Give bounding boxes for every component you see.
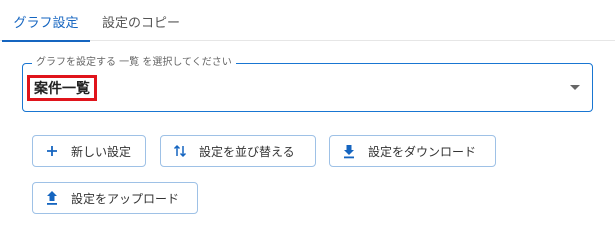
swap-vertical-icon xyxy=(171,142,189,160)
tab-copy-settings-label: 設定のコピー xyxy=(101,15,180,31)
tab-graph-settings[interactable]: グラフ設定 xyxy=(0,2,92,42)
upload-settings-button[interactable]: 設定をアップロード xyxy=(32,182,198,214)
tab-graph-settings-label: グラフ設定 xyxy=(13,15,79,31)
list-select-value: 案件一覧 xyxy=(27,75,97,101)
new-setting-button[interactable]: 新しい設定 xyxy=(32,135,146,167)
upload-settings-label: 設定をアップロード xyxy=(71,191,180,206)
sort-settings-button[interactable]: 設定を並び替える xyxy=(160,135,316,167)
tab-copy-settings[interactable]: 設定のコピー xyxy=(92,2,190,40)
list-select-label: グラフを設定する 一覧 を選択してください xyxy=(32,56,236,70)
download-icon xyxy=(340,142,358,160)
upload-icon xyxy=(43,189,61,207)
download-settings-button[interactable]: 設定をダウンロード xyxy=(329,135,496,167)
graph-settings-panel: グラフ設定 設定のコピー グラフを設定する 一覧 を選択してください 案件一覧 … xyxy=(0,0,615,228)
list-select[interactable]: グラフを設定する 一覧 を選択してください 案件一覧 xyxy=(22,56,593,112)
plus-icon xyxy=(43,142,61,160)
new-setting-label: 新しい設定 xyxy=(71,144,132,159)
caret-down-icon[interactable] xyxy=(570,85,580,90)
tab-bar: グラフ設定 設定のコピー xyxy=(0,0,615,42)
sort-settings-label: 設定を並び替える xyxy=(199,144,295,159)
download-settings-label: 設定をダウンロード xyxy=(368,144,477,159)
